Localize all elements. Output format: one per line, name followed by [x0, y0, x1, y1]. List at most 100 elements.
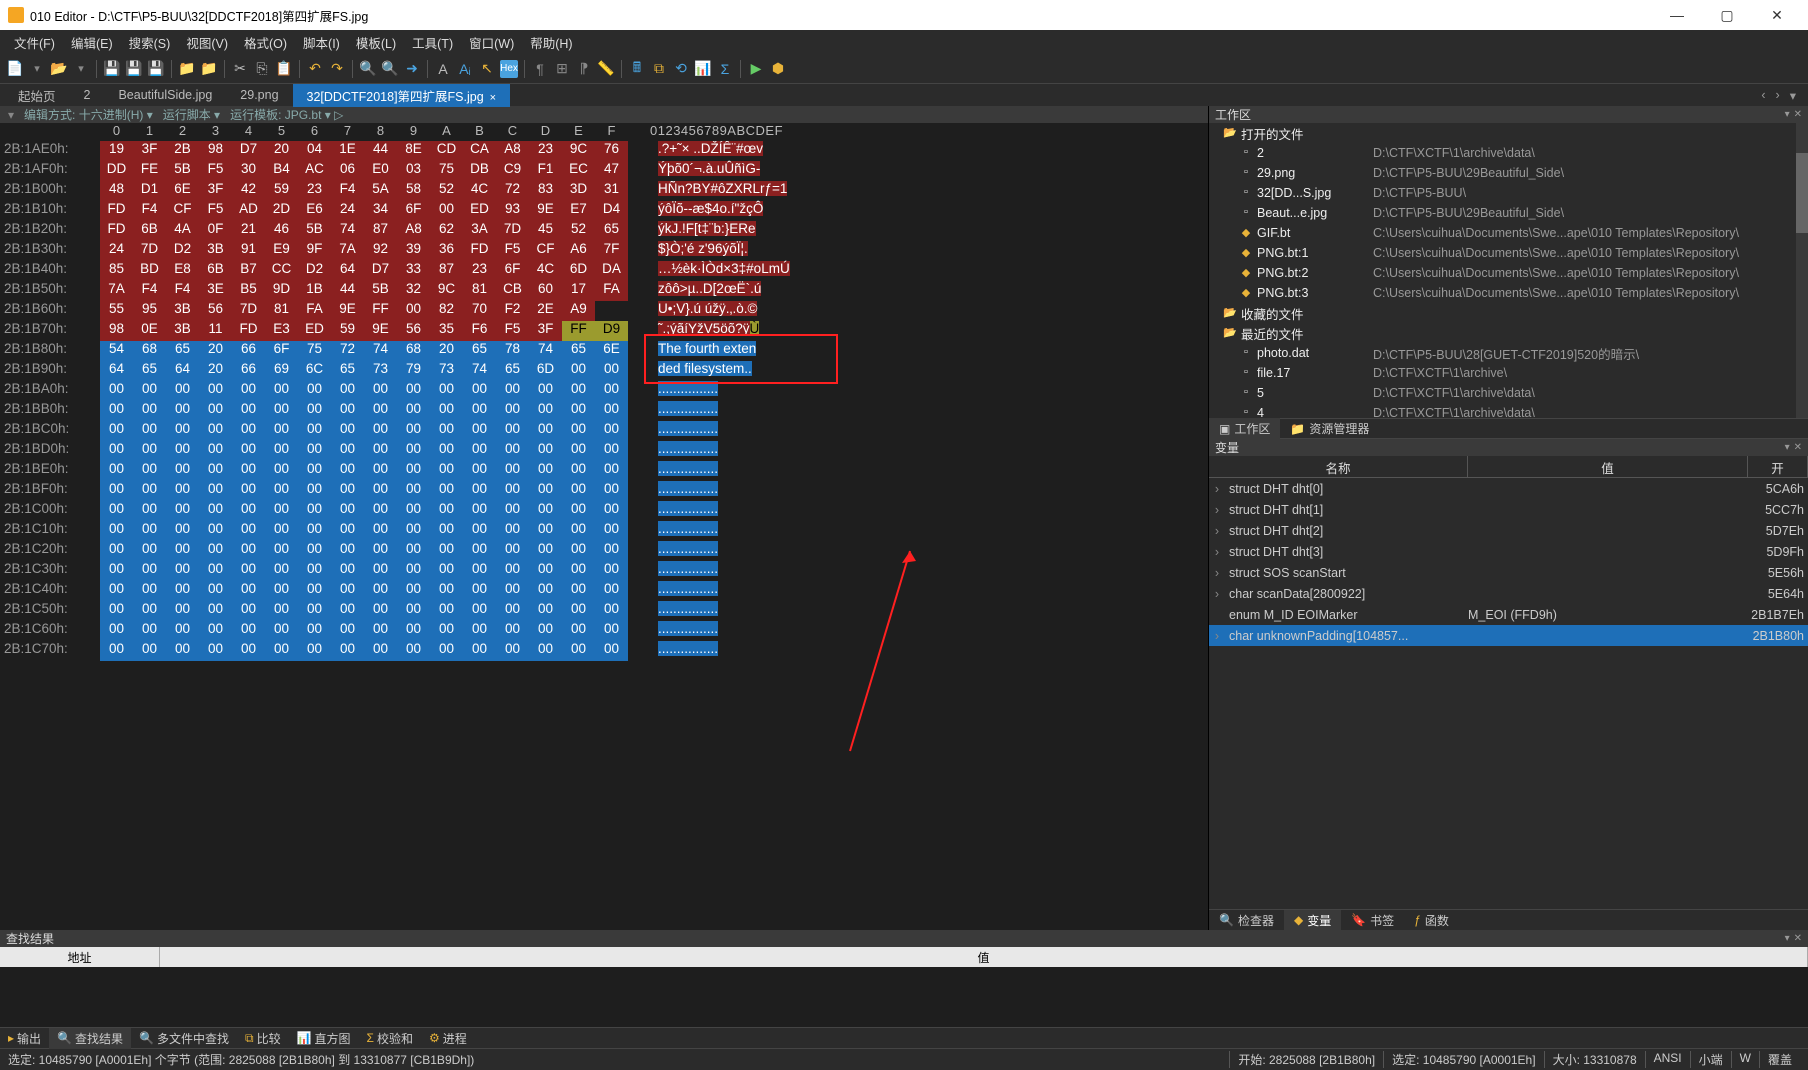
hex-byte[interactable]: 00: [562, 501, 595, 521]
replace-icon[interactable]: 🔍: [381, 60, 399, 78]
hex-byte[interactable]: 7D: [133, 241, 166, 261]
menu-item[interactable]: 编辑(E): [63, 31, 121, 54]
variable-row[interactable]: ›char unknownPadding[104857...2B1B80h: [1209, 625, 1808, 646]
hex-byte[interactable]: 87: [364, 221, 397, 241]
hex-byte[interactable]: E7: [562, 201, 595, 221]
tab-next-icon[interactable]: ›: [1772, 88, 1784, 103]
hex-byte[interactable]: 00: [529, 641, 562, 661]
hex-byte[interactable]: 00: [298, 581, 331, 601]
variable-tab[interactable]: 🔖书签: [1341, 910, 1404, 931]
text-icon[interactable]: Aᵢ: [456, 60, 474, 78]
hex-byte[interactable]: 00: [199, 401, 232, 421]
hex-byte[interactable]: 00: [265, 441, 298, 461]
hex-byte[interactable]: 00: [496, 641, 529, 661]
hex-byte[interactable]: 6E: [595, 341, 628, 361]
status-item[interactable]: 小端: [1690, 1051, 1731, 1068]
hex-byte[interactable]: 00: [364, 621, 397, 641]
hex-byte[interactable]: 00: [133, 401, 166, 421]
variable-row[interactable]: ›struct DHT dht[0]5CA6h: [1209, 478, 1808, 499]
hex-byte[interactable]: 9C: [430, 281, 463, 301]
tree-item[interactable]: ▫5D:\CTF\XCTF\1\archive\data\: [1209, 383, 1808, 403]
hex-byte[interactable]: 00: [562, 421, 595, 441]
hex-byte[interactable]: 9F: [298, 241, 331, 261]
menu-item[interactable]: 帮助(H): [522, 31, 580, 54]
hex-byte[interactable]: 00: [430, 441, 463, 461]
hex-byte[interactable]: 00: [463, 501, 496, 521]
hex-byte[interactable]: 00: [331, 421, 364, 441]
hex-byte[interactable]: 79: [397, 361, 430, 381]
new-icon[interactable]: 📄: [6, 60, 24, 78]
hex-byte[interactable]: 00: [133, 641, 166, 661]
hex-byte[interactable]: 00: [133, 581, 166, 601]
hex-byte[interactable]: F2: [496, 301, 529, 321]
tree-item[interactable]: ▫Beaut...e.jpgD:\CTF\P5-BUU\29Beautiful_…: [1209, 203, 1808, 223]
hex-byte[interactable]: 00: [166, 581, 199, 601]
hex-byte[interactable]: 04: [298, 141, 331, 161]
save-all-icon[interactable]: 💾: [125, 60, 143, 78]
hex-byte[interactable]: 36: [430, 241, 463, 261]
hex-byte[interactable]: 9E: [331, 301, 364, 321]
hex-byte[interactable]: A9: [562, 301, 595, 321]
hex-byte[interactable]: 00: [496, 381, 529, 401]
hex-byte[interactable]: 58: [397, 181, 430, 201]
hex-byte[interactable]: 00: [397, 441, 430, 461]
hex-byte[interactable]: 00: [100, 441, 133, 461]
hex-byte[interactable]: 87: [430, 261, 463, 281]
hex-byte[interactable]: D1: [133, 181, 166, 201]
hex-row[interactable]: 2B:1AE0h:193F2B98D720041E448ECDCAA8239C7…: [0, 141, 1208, 161]
hex-byte[interactable]: 00: [199, 541, 232, 561]
hex-byte[interactable]: 00: [298, 481, 331, 501]
panel-close-icon[interactable]: ✕: [1794, 933, 1802, 944]
hex-byte[interactable]: 00: [397, 501, 430, 521]
hex-byte[interactable]: 00: [265, 401, 298, 421]
tree-group[interactable]: 📂收藏的文件: [1209, 303, 1808, 323]
hex-byte[interactable]: FF: [562, 321, 595, 341]
hex-byte[interactable]: 20: [199, 341, 232, 361]
hex-byte[interactable]: FA: [595, 281, 628, 301]
hex-byte[interactable]: D4: [595, 201, 628, 221]
tree-group[interactable]: 📂打开的文件: [1209, 123, 1808, 143]
hex-byte[interactable]: E0: [364, 161, 397, 181]
hex-byte[interactable]: 00: [364, 481, 397, 501]
hex-byte[interactable]: 00: [463, 541, 496, 561]
dropdown-icon[interactable]: ▾: [28, 60, 46, 78]
hex-byte[interactable]: 72: [496, 181, 529, 201]
hex-byte[interactable]: 59: [265, 181, 298, 201]
expand-icon[interactable]: ›: [1209, 503, 1225, 517]
panel-close-icon[interactable]: ✕: [1794, 442, 1802, 453]
menu-item[interactable]: 文件(F): [6, 31, 63, 54]
hex-byte[interactable]: 00: [364, 521, 397, 541]
hex-ascii[interactable]: zôô>µ..D[2œË`.ú: [640, 281, 761, 301]
hex-row[interactable]: 2B:1BB0h:0000000000000000000000000000000…: [0, 401, 1208, 421]
hex-byte[interactable]: 00: [397, 581, 430, 601]
calc-icon[interactable]: 🖩: [628, 60, 646, 78]
hex-byte[interactable]: 65: [562, 341, 595, 361]
ruler-icon[interactable]: ⊞: [553, 60, 571, 78]
hex-byte[interactable]: 00: [397, 521, 430, 541]
variable-row[interactable]: ›struct SOS scanStart5E56h: [1209, 562, 1808, 583]
hex-byte[interactable]: DB: [463, 161, 496, 181]
hex-byte[interactable]: 00: [397, 621, 430, 641]
hex-byte[interactable]: 00: [529, 381, 562, 401]
hex-byte[interactable]: 00: [430, 461, 463, 481]
hex-byte[interactable]: 00: [562, 581, 595, 601]
copy-icon[interactable]: ⎘: [253, 60, 271, 78]
hex-byte[interactable]: 00: [529, 461, 562, 481]
hex-byte[interactable]: FA: [298, 301, 331, 321]
menu-item[interactable]: 窗口(W): [461, 31, 522, 54]
hex-byte[interactable]: 00: [166, 641, 199, 661]
hex-byte[interactable]: 00: [595, 581, 628, 601]
hex-byte[interactable]: 7A: [100, 281, 133, 301]
hex-byte[interactable]: 00: [100, 401, 133, 421]
tree-item[interactable]: ◆PNG.bt:2C:\Users\cuihua\Documents\Swe..…: [1209, 263, 1808, 283]
hex-byte[interactable]: 34: [364, 201, 397, 221]
hex-byte[interactable]: 54: [100, 341, 133, 361]
hex-byte[interactable]: CD: [430, 141, 463, 161]
hex-byte[interactable]: 33: [397, 261, 430, 281]
hex-byte[interactable]: 42: [232, 181, 265, 201]
hex-byte[interactable]: F5: [199, 201, 232, 221]
hex-byte[interactable]: 00: [430, 621, 463, 641]
hex-byte[interactable]: 00: [100, 621, 133, 641]
hex-byte[interactable]: 65: [133, 361, 166, 381]
hex-ascii[interactable]: ................: [640, 561, 718, 581]
